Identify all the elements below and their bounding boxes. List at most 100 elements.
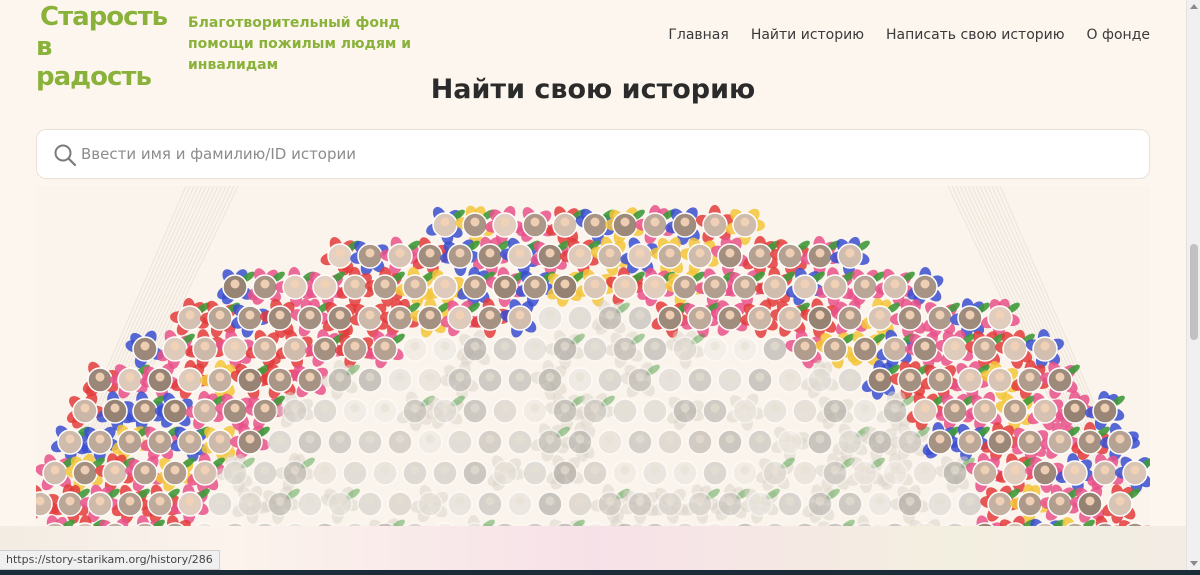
story-portrait [582, 336, 608, 362]
story-portrait [777, 491, 803, 517]
story-portrait [717, 367, 743, 393]
story-portrait [357, 491, 383, 517]
story-portrait [387, 429, 413, 455]
main-nav: Главная Найти историю Написать свою исто… [668, 27, 1150, 43]
story-portrait [387, 367, 413, 393]
story-portrait [642, 460, 668, 486]
story-portrait [537, 491, 563, 517]
story-portrait [342, 460, 368, 486]
story-portrait [372, 398, 398, 424]
story-portrait [462, 398, 488, 424]
story-portrait [252, 460, 278, 486]
story-portrait [447, 429, 473, 455]
story-portrait [852, 398, 878, 424]
scroll-thumb[interactable] [1190, 244, 1198, 340]
story-portrait [492, 398, 518, 424]
nav-link-about[interactable]: О фонде [1087, 27, 1150, 43]
story-portrait [432, 336, 458, 362]
story-portrait [402, 336, 428, 362]
story-portrait [417, 429, 443, 455]
story-portrait [417, 367, 443, 393]
scroll-down-arrow-icon[interactable] [1190, 561, 1198, 566]
story-portrait [657, 429, 683, 455]
story-portrait [477, 429, 503, 455]
search-input[interactable] [81, 130, 1131, 178]
story-portrait [642, 398, 668, 424]
story-portrait [867, 491, 893, 517]
story-portrait [477, 491, 503, 517]
nav-link-home[interactable]: Главная [668, 27, 728, 43]
story-portrait [312, 460, 338, 486]
story-portrait [567, 305, 593, 331]
story-portrait [627, 305, 653, 331]
story-portrait [612, 398, 638, 424]
story-portrait [567, 491, 593, 517]
story-portrait [687, 367, 713, 393]
story-portrait [657, 367, 683, 393]
story-portrait [492, 336, 518, 362]
story-portrait [402, 460, 428, 486]
story-portrait [267, 429, 293, 455]
mosaic-canvas [36, 186, 1150, 526]
scroll-up-arrow-icon[interactable] [1190, 4, 1198, 9]
story-portrait [807, 429, 833, 455]
story-portrait [522, 460, 548, 486]
story-portrait [957, 491, 983, 517]
story-portrait [507, 429, 533, 455]
story-portrait [912, 460, 938, 486]
story-portrait [837, 367, 863, 393]
story-portrait [792, 398, 818, 424]
search-icon [53, 143, 77, 167]
story-portrait [717, 429, 743, 455]
story-portrait [297, 429, 323, 455]
site-logo[interactable]: Старость в радость [36, 2, 171, 92]
story-portrait [732, 336, 758, 362]
story-portrait [642, 336, 668, 362]
story-portrait [732, 460, 758, 486]
story-portrait [597, 367, 623, 393]
story-portrait [927, 491, 953, 517]
story-portrait [582, 460, 608, 486]
logo-text-line1: Старость [40, 2, 168, 32]
site-header: Старость в радость Благотворительный фон… [0, 0, 1186, 92]
story-portrait [567, 367, 593, 393]
site-tagline: Благотворительный фонд помощи пожилым лю… [188, 15, 412, 73]
nav-link-find-story[interactable]: Найти историю [751, 27, 864, 43]
story-portrait [837, 491, 863, 517]
story-portrait [747, 429, 773, 455]
portrait-flower-mosaic[interactable] [36, 186, 1150, 526]
story-portrait [792, 460, 818, 486]
story-portrait [777, 367, 803, 393]
story-portrait [597, 429, 623, 455]
story-portrait [702, 460, 728, 486]
story-portrait [612, 460, 638, 486]
story-portrait [357, 429, 383, 455]
story-portrait [537, 305, 563, 331]
page-scrollbar[interactable] [1186, 0, 1200, 570]
story-portrait [762, 336, 788, 362]
status-bar-url: https://story-starikam.org/history/286 [0, 550, 220, 570]
story-portrait [747, 367, 773, 393]
story-portrait [672, 460, 698, 486]
story-portrait [462, 460, 488, 486]
nav-link-write-story[interactable]: Написать свою историю [886, 27, 1065, 43]
story-portrait [387, 491, 413, 517]
search-box [36, 129, 1150, 179]
story-portrait [207, 491, 233, 517]
page-title: Найти свою историю [430, 74, 756, 105]
story-portrait [522, 336, 548, 362]
story-portrait [522, 398, 548, 424]
story-portrait [702, 398, 728, 424]
story-portrait [312, 398, 338, 424]
os-taskbar [0, 570, 1200, 575]
story-portrait [477, 367, 503, 393]
story-portrait [447, 491, 473, 517]
story-portrait [507, 367, 533, 393]
story-portrait [627, 429, 653, 455]
story-portrait [357, 367, 383, 393]
story-portrait [342, 398, 368, 424]
story-portrait [372, 460, 398, 486]
story-portrait [702, 336, 728, 362]
story-portrait [762, 398, 788, 424]
story-portrait [327, 429, 353, 455]
